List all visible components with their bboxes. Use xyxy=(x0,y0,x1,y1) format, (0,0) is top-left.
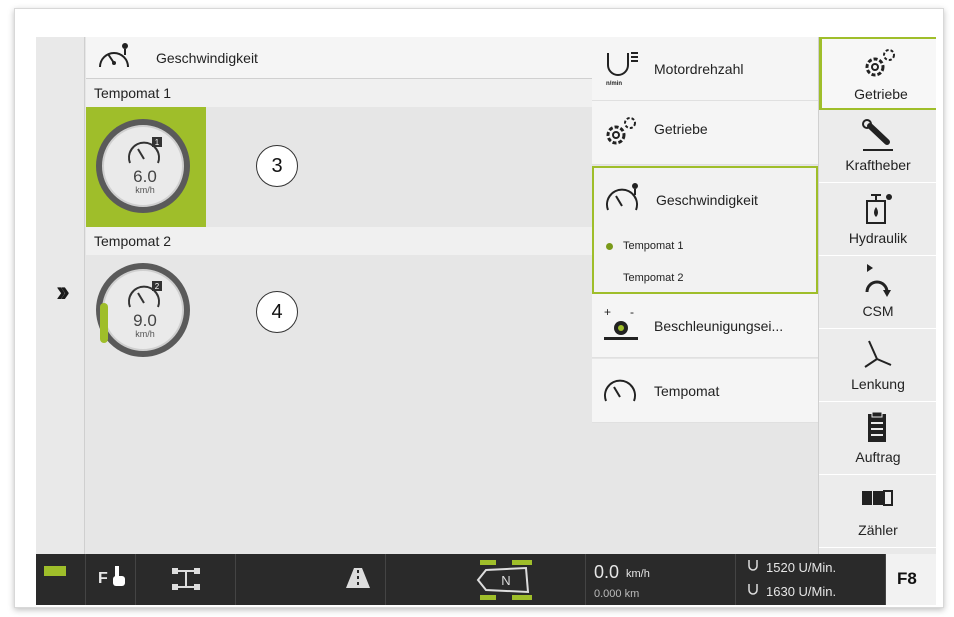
tab-label: Lenkung xyxy=(851,376,905,392)
status-bar: F N 0.0 km/h 0.000 km 1520 U/Min. 1630 U… xyxy=(36,554,936,605)
category-tabs: Getriebe Kraftheber Hydraulik CSM Lenkun… xyxy=(818,37,936,554)
speedometer-1-icon: 1 xyxy=(128,137,162,164)
speedometer-2-icon: 2 xyxy=(128,281,162,308)
counter-icon xyxy=(862,490,893,506)
panel-header: Geschwindigkeit xyxy=(86,37,592,79)
engine-rpm-icon: n/min xyxy=(606,52,638,87)
tab-auftrag[interactable]: Auftrag xyxy=(819,402,936,475)
menu-item-label: Geschwindigkeit xyxy=(656,192,758,208)
road-icon xyxy=(346,568,370,588)
tab-label: Kraftheber xyxy=(845,157,911,173)
gears-icon xyxy=(865,49,895,77)
svg-text:+: + xyxy=(604,306,611,319)
clipboard-icon xyxy=(868,411,886,442)
tab-getriebe[interactable]: Getriebe xyxy=(819,37,936,110)
svg-text:2: 2 xyxy=(155,282,160,291)
f-key-button[interactable]: F xyxy=(86,554,136,605)
speedometer-icon xyxy=(604,379,636,402)
speed-value: 9.0 xyxy=(133,311,157,330)
acceleration-icon: + - xyxy=(604,306,638,340)
tractor-outline-icon: N xyxy=(476,560,532,600)
svg-text:n/min: n/min xyxy=(606,81,622,87)
hitch-icon xyxy=(862,119,893,151)
rpm-value-1: 1520 U/Min. xyxy=(766,560,837,575)
main-panel: Geschwindigkeit Tempomat 1 1 6.0 km/h 3 xyxy=(86,37,592,554)
speed-unit: km/h xyxy=(135,185,155,195)
rpm-value-2: 1630 U/Min. xyxy=(766,584,837,599)
menu-item-label: Getriebe xyxy=(654,121,708,137)
speed-dial: 2 9.0 km/h xyxy=(96,263,190,357)
section-label-tempomat-2: Tempomat 2 xyxy=(86,227,592,255)
selected-dot-icon xyxy=(606,242,613,250)
steering-icon xyxy=(864,340,892,368)
menu-item-motordrehzahl[interactable]: n/min Motordrehzahl xyxy=(592,37,818,101)
tab-csm[interactable]: CSM xyxy=(819,256,936,329)
distance: 0.000 km xyxy=(594,588,640,600)
speed-dial: 1 6.0 km/h xyxy=(96,119,190,213)
speedometer-pin-icon xyxy=(99,43,129,68)
hydraulic-icon xyxy=(866,194,892,224)
tempomat-2-dial-tile[interactable]: 2 9.0 km/h xyxy=(86,255,206,375)
tab-zaehler[interactable]: Zähler xyxy=(819,475,936,548)
menu-item-label: Motordrehzahl xyxy=(654,61,744,77)
gears-icon xyxy=(606,117,636,145)
speedometer-pin-icon xyxy=(606,183,638,211)
level-indicator xyxy=(100,303,108,343)
svg-text:1: 1 xyxy=(155,138,160,147)
speed-readout: 0.0 km/h 0.000 km xyxy=(586,554,736,605)
tab-lenkung[interactable]: Lenkung xyxy=(819,329,936,402)
speed-value: 6.0 xyxy=(133,167,157,186)
axle-button[interactable] xyxy=(136,554,236,605)
axle-icon xyxy=(172,568,200,590)
tab-label: Getriebe xyxy=(854,86,908,102)
speed-unit: km/h xyxy=(626,568,650,580)
tab-label: Zähler xyxy=(858,522,898,538)
expand-double-chevron-icon[interactable]: ›› xyxy=(42,277,78,307)
tab-label: CSM xyxy=(862,303,894,319)
csm-turn-icon xyxy=(865,264,891,297)
menu-item-label: Beschleunigungsei... xyxy=(654,318,784,334)
menu-item-geschwindigkeit[interactable]: Geschwindigkeit Tempomat 1 Tempomat 2 xyxy=(592,166,818,294)
settings-menu: n/min Motordrehzahl Getriebe Geschwindig… xyxy=(592,37,818,554)
hand-pointer-icon xyxy=(113,566,125,586)
terminal-screen: ›› Geschwindigkeit Tempomat 1 1 6.0 km/h… xyxy=(36,37,936,605)
engine-rpm-icon xyxy=(748,560,758,571)
usb-indicator xyxy=(36,554,86,605)
menu-item-getriebe[interactable]: Getriebe xyxy=(592,101,818,165)
page-title: Geschwindigkeit xyxy=(156,50,258,66)
menu-item-label: Tempomat xyxy=(654,383,720,399)
menu-item-tempomat[interactable]: Tempomat xyxy=(592,359,818,423)
tab-hydraulik[interactable]: Hydraulik xyxy=(819,183,936,256)
svg-text:-: - xyxy=(630,306,634,319)
svg-text:N: N xyxy=(501,573,510,588)
tab-label: Auftrag xyxy=(855,449,901,465)
subitem-tempomat-1[interactable]: Tempomat 1 xyxy=(606,240,684,252)
engine-rpm-icon xyxy=(748,584,758,595)
f8-button[interactable]: F8 xyxy=(886,554,936,605)
callout-marker: 4 xyxy=(256,291,298,333)
gear-indicator: N xyxy=(386,554,586,605)
road-mode-button[interactable] xyxy=(236,554,386,605)
callout-marker: 3 xyxy=(256,145,298,187)
tab-label: Hydraulik xyxy=(848,230,908,246)
speed-unit: km/h xyxy=(135,329,155,339)
section-label-tempomat-1: Tempomat 1 xyxy=(86,79,592,107)
usb-icon xyxy=(44,566,66,576)
tab-kraftheber[interactable]: Kraftheber xyxy=(819,110,936,183)
tempomat-1-dial-tile[interactable]: 1 6.0 km/h xyxy=(86,107,206,227)
menu-item-beschleunigung[interactable]: + - Beschleunigungsei... xyxy=(592,294,818,358)
current-speed: 0.0 xyxy=(594,562,620,582)
subitem-tempomat-2[interactable]: Tempomat 2 xyxy=(623,272,684,284)
left-sidebar: ›› xyxy=(36,37,85,554)
rpm-readout: 1520 U/Min. 1630 U/Min. xyxy=(736,554,886,605)
